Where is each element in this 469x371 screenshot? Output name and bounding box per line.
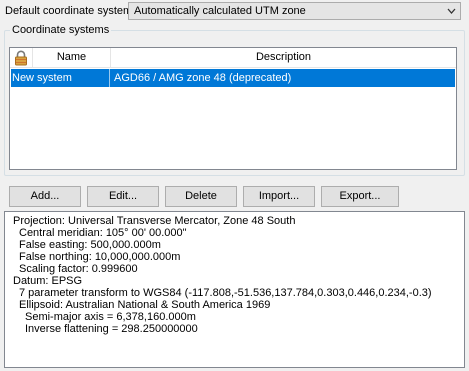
lock-icon <box>15 50 27 66</box>
coordinate-systems-group-title: Coordinate systems <box>10 23 112 37</box>
coordinate-system-details: Projection: Universal Transverse Mercato… <box>4 211 465 368</box>
table-row[interactable]: New system AGD66 / AMG zone 48 (deprecat… <box>11 69 455 87</box>
detail-transform: 7 parameter transform to WGS84 (-117.808… <box>19 287 432 299</box>
detail-semi-major-axis: Semi-major axis = 6,378,160.000m <box>25 311 196 323</box>
default-coordinate-system-label: Default coordinate system <box>5 5 133 17</box>
edit-button[interactable]: Edit... <box>87 186 159 207</box>
description-column-header[interactable]: Description <box>111 48 456 67</box>
row-divider <box>109 69 110 87</box>
detail-projection: Projection: Universal Transverse Mercato… <box>13 215 296 227</box>
name-column-header[interactable]: Name <box>33 48 110 67</box>
default-coordinate-system-combo[interactable]: Automatically calculated UTM zone <box>128 2 461 20</box>
detail-false-easting: False easting: 500,000.000m <box>19 239 161 251</box>
detail-ellipsoid: Ellipsoid: Australian National & South A… <box>19 299 271 311</box>
table-header: Name Description <box>10 48 456 68</box>
detail-inverse-flattening: Inverse flattening = 298.250000000 <box>25 323 198 335</box>
export-button[interactable]: Export... <box>321 186 399 207</box>
add-button[interactable]: Add... <box>9 186 81 207</box>
detail-scaling-factor: Scaling factor: 0.999600 <box>19 263 138 275</box>
detail-false-northing: False northing: 10,000,000.000m <box>19 251 181 263</box>
chevron-down-icon <box>447 8 456 14</box>
detail-central-meridian: Central meridian: 105° 00' 00.000" <box>19 227 187 239</box>
import-button[interactable]: Import... <box>243 186 315 207</box>
delete-button[interactable]: Delete <box>165 186 237 207</box>
coordinate-systems-table[interactable]: Name Description New system AGD66 / AMG … <box>9 47 457 170</box>
combo-value: Automatically calculated UTM zone <box>134 5 306 17</box>
row-description: AGD66 / AMG zone 48 (deprecated) <box>114 72 292 84</box>
detail-datum: Datum: EPSG <box>13 275 83 287</box>
row-name: New system <box>12 72 72 84</box>
lock-column-header[interactable] <box>10 48 32 67</box>
